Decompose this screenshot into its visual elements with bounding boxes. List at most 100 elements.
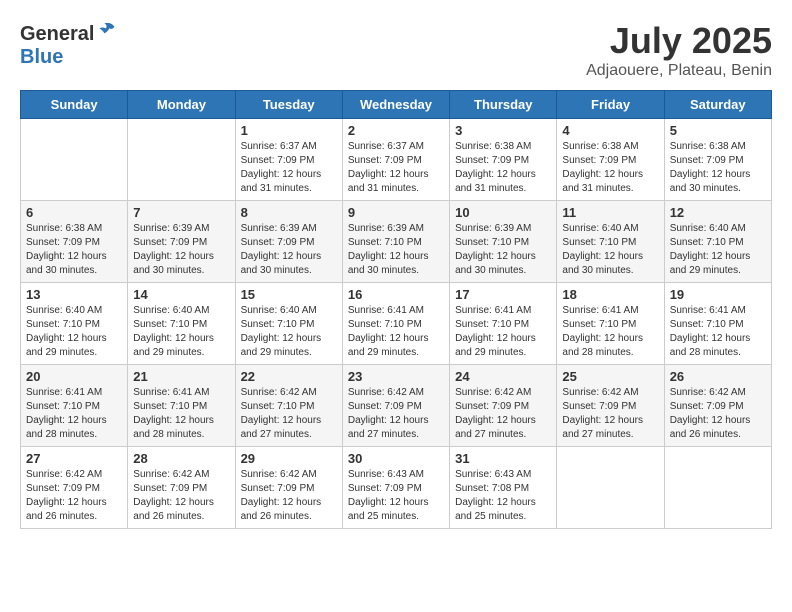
day-number: 21 [133,369,229,384]
day-info: Sunrise: 6:42 AMSunset: 7:09 PMDaylight:… [26,468,122,524]
day-info: Sunrise: 6:41 AMSunset: 7:10 PMDaylight:… [670,304,766,360]
calendar-cell: 21 Sunrise: 6:41 AMSunset: 7:10 PMDayligh… [128,365,235,447]
day-number: 15 [241,287,337,302]
calendar-cell: 2 Sunrise: 6:37 AMSunset: 7:09 PMDaylight… [342,119,449,201]
day-info: Sunrise: 6:38 AMSunset: 7:09 PMDaylight:… [562,140,658,196]
day-number: 31 [455,451,551,466]
day-number: 22 [241,369,337,384]
weekday-header: Monday [128,91,235,119]
day-info: Sunrise: 6:41 AMSunset: 7:10 PMDaylight:… [455,304,551,360]
day-number: 26 [670,369,766,384]
calendar-cell: 13Sunrise: 6:40 AMSunset: 7:10 PMDayligh… [21,283,128,365]
calendar-cell: 31 Sunrise: 6:43 AMSunset: 7:08 PMDayligh… [450,447,557,529]
day-info: Sunrise: 6:41 AMSunset: 7:10 PMDaylight:… [26,386,122,442]
day-info: Sunrise: 6:42 AMSunset: 7:09 PMDaylight:… [670,386,766,442]
logo-bird-icon [96,20,116,40]
day-info: Sunrise: 6:39 AMSunset: 7:10 PMDaylight:… [455,222,551,278]
calendar-cell: 26 Sunrise: 6:42 AMSunset: 7:09 PMDayligh… [664,365,771,447]
calendar-cell: 10 Sunrise: 6:39 AMSunset: 7:10 PMDayligh… [450,201,557,283]
day-number: 4 [562,123,658,138]
day-info: Sunrise: 6:42 AMSunset: 7:09 PMDaylight:… [133,468,229,524]
calendar-cell: 5 Sunrise: 6:38 AMSunset: 7:09 PMDaylight… [664,119,771,201]
calendar-cell: 6 Sunrise: 6:38 AMSunset: 7:09 PMDaylight… [21,201,128,283]
day-number: 1 [241,123,337,138]
day-info: Sunrise: 6:43 AMSunset: 7:08 PMDaylight:… [455,468,551,524]
day-info: Sunrise: 6:41 AMSunset: 7:10 PMDaylight:… [133,386,229,442]
day-number: 29 [241,451,337,466]
day-info: Sunrise: 6:42 AMSunset: 7:09 PMDaylight:… [348,386,444,442]
calendar-cell: 17 Sunrise: 6:41 AMSunset: 7:10 PMDayligh… [450,283,557,365]
day-number: 24 [455,369,551,384]
location-title: Adjaouere, Plateau, Benin [586,62,772,80]
calendar-cell: 23Sunrise: 6:42 AMSunset: 7:09 PMDayligh… [342,365,449,447]
day-number: 28 [133,451,229,466]
day-info: Sunrise: 6:39 AMSunset: 7:09 PMDaylight:… [133,222,229,278]
calendar-cell: 12 Sunrise: 6:40 AMSunset: 7:10 PMDayligh… [664,201,771,283]
calendar-cell [128,119,235,201]
day-info: Sunrise: 6:40 AMSunset: 7:10 PMDaylight:… [670,222,766,278]
day-number: 14 [133,287,229,302]
calendar-cell: 18 Sunrise: 6:41 AMSunset: 7:10 PMDayligh… [557,283,664,365]
calendar-cell: 29Sunrise: 6:42 AMSunset: 7:09 PMDayligh… [235,447,342,529]
day-number: 2 [348,123,444,138]
day-info: Sunrise: 6:38 AMSunset: 7:09 PMDaylight:… [26,222,122,278]
day-info: Sunrise: 6:37 AMSunset: 7:09 PMDaylight:… [348,140,444,196]
weekday-header-row: SundayMondayTuesdayWednesdayThursdayFrid… [21,91,772,119]
day-info: Sunrise: 6:37 AMSunset: 7:09 PMDaylight:… [241,140,337,196]
day-number: 7 [133,205,229,220]
day-number: 10 [455,205,551,220]
calendar-cell: 14 Sunrise: 6:40 AMSunset: 7:10 PMDayligh… [128,283,235,365]
day-number: 9 [348,205,444,220]
calendar-cell: 30 Sunrise: 6:43 AMSunset: 7:09 PMDayligh… [342,447,449,529]
day-info: Sunrise: 6:41 AMSunset: 7:10 PMDaylight:… [348,304,444,360]
day-number: 20 [26,369,122,384]
page-header: General Blue July 2025 Adjaouere, Platea… [20,20,772,80]
calendar-cell: 15 Sunrise: 6:40 AMSunset: 7:10 PMDayligh… [235,283,342,365]
day-info: Sunrise: 6:39 AMSunset: 7:10 PMDaylight:… [348,222,444,278]
weekday-header: Saturday [664,91,771,119]
day-info: Sunrise: 6:39 AMSunset: 7:09 PMDaylight:… [241,222,337,278]
day-info: Sunrise: 6:42 AMSunset: 7:09 PMDaylight:… [455,386,551,442]
calendar-cell: 22Sunrise: 6:42 AMSunset: 7:10 PMDayligh… [235,365,342,447]
day-number: 17 [455,287,551,302]
logo: General Blue [20,20,116,69]
calendar-cell: 20 Sunrise: 6:41 AMSunset: 7:10 PMDayligh… [21,365,128,447]
day-number: 25 [562,369,658,384]
calendar-week-row: 6 Sunrise: 6:38 AMSunset: 7:09 PMDaylight… [21,201,772,283]
day-info: Sunrise: 6:40 AMSunset: 7:10 PMDaylight:… [133,304,229,360]
calendar-cell: 11Sunrise: 6:40 AMSunset: 7:10 PMDayligh… [557,201,664,283]
calendar-cell [21,119,128,201]
day-info: Sunrise: 6:38 AMSunset: 7:09 PMDaylight:… [455,140,551,196]
day-number: 6 [26,205,122,220]
day-number: 13 [26,287,122,302]
day-number: 16 [348,287,444,302]
calendar-cell: 25 Sunrise: 6:42 AMSunset: 7:09 PMDayligh… [557,365,664,447]
logo-blue: Blue [20,46,63,68]
day-number: 5 [670,123,766,138]
calendar-week-row: 1 Sunrise: 6:37 AMSunset: 7:09 PMDaylight… [21,119,772,201]
calendar-cell [557,447,664,529]
calendar-cell: 3 Sunrise: 6:38 AMSunset: 7:09 PMDaylight… [450,119,557,201]
day-number: 27 [26,451,122,466]
day-info: Sunrise: 6:42 AMSunset: 7:09 PMDaylight:… [562,386,658,442]
calendar-week-row: 13 Sunrise: 6:40 AMSunset: 7:10 PMDayligh… [21,283,772,365]
day-info: Sunrise: 6:41 AMSunset: 7:10 PMDaylight:… [562,304,658,360]
title-block: July 2025 Adjaouere, Plateau, Benin [586,20,772,80]
calendar-cell [664,447,771,529]
calendar-cell: 1 Sunrise: 6:37 AMSunset: 7:09 PMDaylight… [235,119,342,201]
day-info: Sunrise: 6:40 AMSunset: 7:10 PMDaylight:… [562,222,658,278]
day-info: Sunrise: 6:38 AMSunset: 7:09 PMDaylight:… [670,140,766,196]
day-number: 30 [348,451,444,466]
day-number: 18 [562,287,658,302]
weekday-header: Wednesday [342,91,449,119]
day-info: Sunrise: 6:40 AMSunset: 7:10 PMDaylight:… [241,304,337,360]
month-title: July 2025 [586,20,772,62]
day-number: 3 [455,123,551,138]
weekday-header: Sunday [21,91,128,119]
day-info: Sunrise: 6:43 AMSunset: 7:09 PMDaylight:… [348,468,444,524]
logo-general: General [20,23,94,45]
calendar-week-row: 20 Sunrise: 6:41 AMSunset: 7:10 PMDayligh… [21,365,772,447]
calendar-cell: 9 Sunrise: 6:39 AMSunset: 7:10 PMDaylight… [342,201,449,283]
calendar-cell: 28 Sunrise: 6:42 AMSunset: 7:09 PMDayligh… [128,447,235,529]
day-number: 12 [670,205,766,220]
